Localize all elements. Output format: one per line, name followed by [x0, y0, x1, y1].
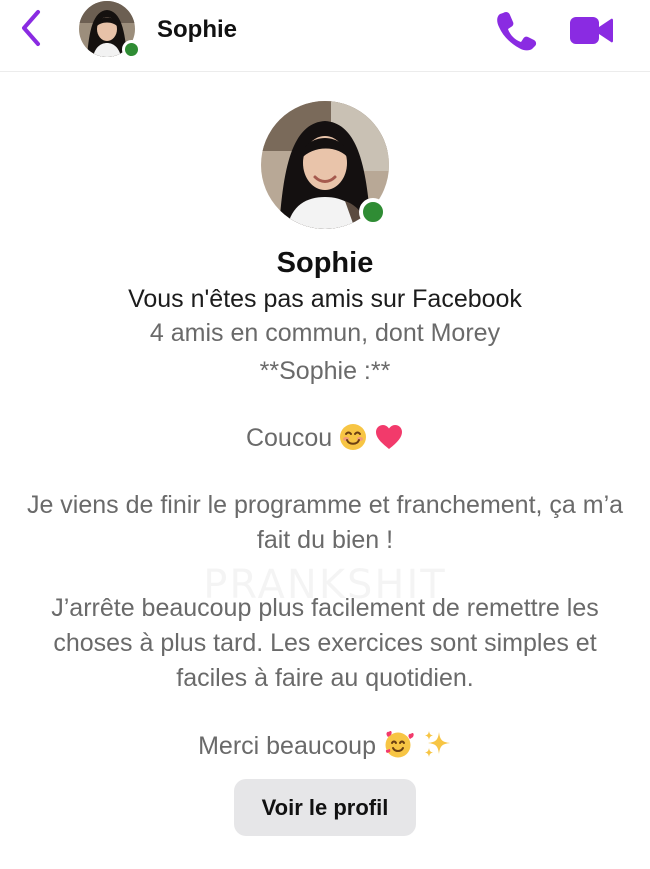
message-greeting: Coucou	[0, 421, 650, 456]
friend-status: Vous n'êtes pas amis sur Facebook	[128, 285, 522, 313]
header-contact-name[interactable]: Sophie	[157, 16, 237, 44]
video-camera-icon	[570, 17, 613, 44]
profile-avatar[interactable]	[261, 101, 389, 229]
message-paragraph-1: Je viens de finir le programme et franch…	[26, 491, 624, 554]
smiling-face-with-hearts-icon	[385, 731, 414, 758]
message-paragraph-2: J’arrête beaucoup plus facilement de rem…	[51, 594, 599, 692]
call-button[interactable]	[494, 8, 538, 52]
online-indicator	[122, 40, 141, 59]
chevron-left-icon	[22, 10, 40, 46]
thanks-text: Merci beaucoup	[198, 732, 376, 760]
back-button[interactable]	[14, 8, 50, 48]
mutual-friends: 4 amis en commun, dont Morey	[149, 319, 501, 347]
sparkles-icon	[424, 731, 450, 757]
chat-header: Sophie	[0, 0, 650, 72]
message-thanks: Merci beaucoup	[0, 729, 650, 764]
phone-icon	[497, 11, 537, 51]
online-indicator	[359, 198, 387, 226]
heart-icon	[376, 425, 403, 449]
video-call-button[interactable]	[568, 10, 614, 50]
view-profile-button[interactable]: Voir le profil	[234, 779, 416, 836]
profile-name: Sophie	[276, 247, 374, 279]
header-avatar[interactable]	[79, 1, 141, 59]
smiling-face-icon	[340, 424, 367, 450]
message-signature: **Sophie :**	[259, 357, 391, 385]
greeting-text: Coucou	[245, 424, 333, 452]
